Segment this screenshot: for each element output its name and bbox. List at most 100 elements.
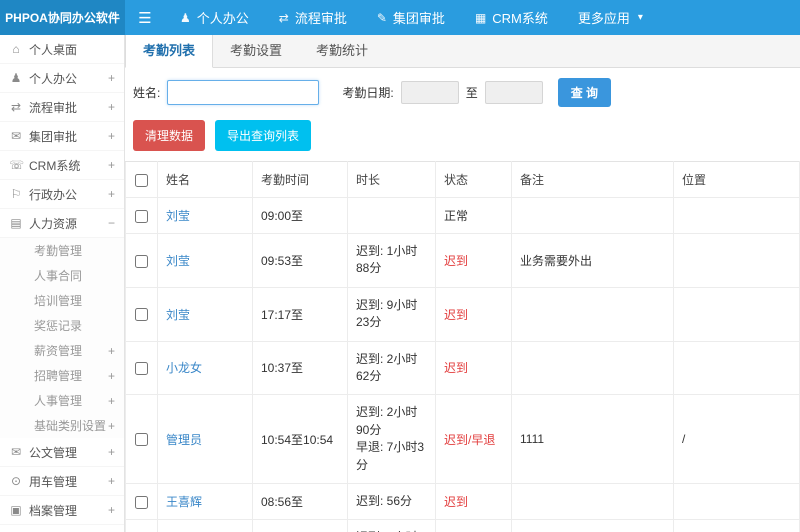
tab-attendance-stats[interactable]: 考勤统计 [299,35,385,67]
name-cell: 王喜辉 [157,482,253,521]
sidebar-item-hr[interactable]: ▤ 人力资源 − [0,209,124,238]
plus-icon: + [107,129,115,143]
main-content: 考勤列表 考勤设置 考勤统计 姓名: 考勤日期: 至 查 询 清理数据 导出查询列表 [125,35,800,532]
status-cell: 正常 [435,197,512,234]
nav-item-crm[interactable]: ▦ CRM系统 [460,0,563,35]
sidebar-item-personal-office[interactable]: ♟ 个人办公 + [0,64,124,93]
sidebar-subitem-attendance[interactable]: 考勤管理 [0,238,124,263]
status-cell: 迟到 [435,233,512,288]
sidebar-item-projects[interactable]: ≣项目管理+ [0,525,124,532]
duration-cell: 迟到: 9小时23分 [347,286,436,342]
name-cell: 刘莹 [157,286,253,342]
date-from-input[interactable] [400,81,459,104]
tab-attendance-list[interactable]: 考勤列表 [125,35,214,68]
row-checkbox[interactable] [135,433,148,447]
sidebar-subitem-label: 培训管理 [34,294,83,308]
table-row: 刘莹 17:17至 迟到: 9小时23分 迟到 [125,286,800,342]
employee-name-link[interactable]: 管理员 [166,433,202,447]
row-checkbox[interactable] [135,308,148,322]
sidebar-item-admin-office[interactable]: ⚐ 行政办公 + [0,180,124,209]
sidebar-item-desktop[interactable]: ⌂ 个人桌面 [0,35,124,64]
time-cell: 08:56至 [252,482,348,521]
date-to-label: 至 [465,86,478,100]
sidebar-item-archives[interactable]: ▣ 档案管理 + [0,496,124,525]
sidebar-subitem-label: 基础类别设置 [34,419,107,433]
group-approval-icon: ✉ [10,129,22,143]
sidebar-item-label: 用车管理 [29,474,78,489]
location-cell [673,233,800,288]
row-checkbox[interactable] [135,209,148,223]
employee-name-link[interactable]: 小龙女 [166,361,202,375]
attendance-table-wrap: 姓名 考勤时间 时长 状态 备注 位置 刘莹 09:00至 正常 刘莹 09:53至 迟到: 1小时… [125,161,800,532]
name-cell: 管理员 [157,394,253,484]
row-checkbox[interactable] [135,495,148,509]
search-button[interactable]: 查 询 [557,78,612,107]
employee-name-link[interactable]: 王喜辉 [166,495,202,509]
select-all-cell [125,161,158,198]
row-checkbox[interactable] [135,362,148,376]
sidebar-item-workflow-approval[interactable]: ⇄ 流程审批 + [0,93,124,122]
status-badge: 迟到 [444,307,469,322]
plus-icon: + [107,187,115,201]
menu-toggle-button[interactable]: ☰ [125,0,165,35]
sidebar-subitem-rewards[interactable]: 奖惩记录 [0,313,124,338]
duration-cell: 迟到: 2小时62分 [347,340,436,396]
nav-item-workflow-approval[interactable]: ⇄ 流程审批 [264,0,362,35]
time-cell: 09:00至 [252,197,348,234]
plus-icon: + [107,158,115,172]
tab-bar: 考勤列表 考勤设置 考勤统计 [125,35,800,68]
employee-name-link[interactable]: 刘莹 [166,254,190,268]
sidebar-subitem-label: 人事管理 [34,394,83,408]
nav-item-group-approval[interactable]: ✎ 集团审批 [362,0,460,35]
sidebar-item-group-approval[interactable]: ✉ 集团审批 + [0,122,124,151]
nav-item-personal-office[interactable]: ♟ 个人办公 [165,0,264,35]
sidebar-subitem-base-category[interactable]: 基础类别设置 + [0,413,124,438]
vehicles-icon: ⊙ [10,474,22,488]
sidebar-item-docs[interactable]: ✉ 公文管理 + [0,438,124,467]
sidebar-subitem-recruit[interactable]: 招聘管理 + [0,363,124,388]
date-to-input[interactable] [484,81,543,104]
export-list-button[interactable]: 导出查询列表 [215,120,312,151]
sidebar-subitem-salary[interactable]: 薪资管理 + [0,338,124,363]
sidebar-item-vehicles[interactable]: ⊙ 用车管理 + [0,467,124,496]
nav-item-label: 个人办公 [196,11,249,26]
app-logo: PHPOA协同办公软件 [0,0,125,35]
employee-name-link[interactable]: 刘莹 [166,308,190,322]
status-cell: 迟到 [435,482,512,521]
clean-data-button[interactable]: 清理数据 [133,120,206,151]
sidebar-subitem-personnel[interactable]: 人事管理 + [0,388,124,413]
status-cell: 迟到/早退 [435,519,512,532]
time-cell: 09:53至 [252,233,348,288]
sidebar-subitem-training[interactable]: 培训管理 [0,288,124,313]
nav-item-label: 更多应用 [577,11,630,26]
duration-cell: 迟到: 1小时88分 [347,233,436,288]
row-select-cell [125,233,158,288]
archives-icon: ▣ [10,503,22,517]
row-checkbox[interactable] [135,254,148,268]
name-cell: 刘莹 [157,197,253,234]
name-cell: 小龙女 [157,340,253,396]
nav-item-more-apps[interactable]: 更多应用 ▾ [563,0,658,35]
top-nav: ♟ 个人办公 ⇄ 流程审批 ✎ 集团审批 ▦ CRM系统 更多应用 ▾ [165,0,658,35]
tab-attendance-settings[interactable]: 考勤设置 [213,35,299,67]
plus-icon: + [107,503,115,517]
status-badge: 迟到 [444,253,469,268]
note-cell [511,286,674,342]
duration-cell: 迟到: 5小时33分 早退: 4小时67分 [347,519,436,532]
column-header: 位置 [673,161,800,198]
row-select-cell [125,519,158,532]
row-select-cell [125,197,158,234]
note-cell: 1111 [511,394,674,484]
hr-icon: ▤ [10,216,22,230]
sidebar-item-crm[interactable]: ☏ CRM系统 + [0,151,124,180]
column-header: 备注 [511,161,674,198]
location-cell [673,197,800,234]
select-all-checkbox[interactable] [135,173,148,187]
note-cell: 业务需要外出 [511,233,674,288]
sidebar-menu: ⌂ 个人桌面 ♟ 个人办公 + ⇄ 流程审批 + ✉ 集团审批 + ☏ CRM系统 + ⚐ 行政办公 + ▤ 人力资… [0,35,124,532]
time-cell: 10:54至10:54 [252,394,348,484]
name-filter-input[interactable] [167,80,320,105]
sidebar-subitem-contract[interactable]: 人事合同 [0,263,124,288]
employee-name-link[interactable]: 刘莹 [166,209,190,223]
row-select-cell [125,340,158,396]
